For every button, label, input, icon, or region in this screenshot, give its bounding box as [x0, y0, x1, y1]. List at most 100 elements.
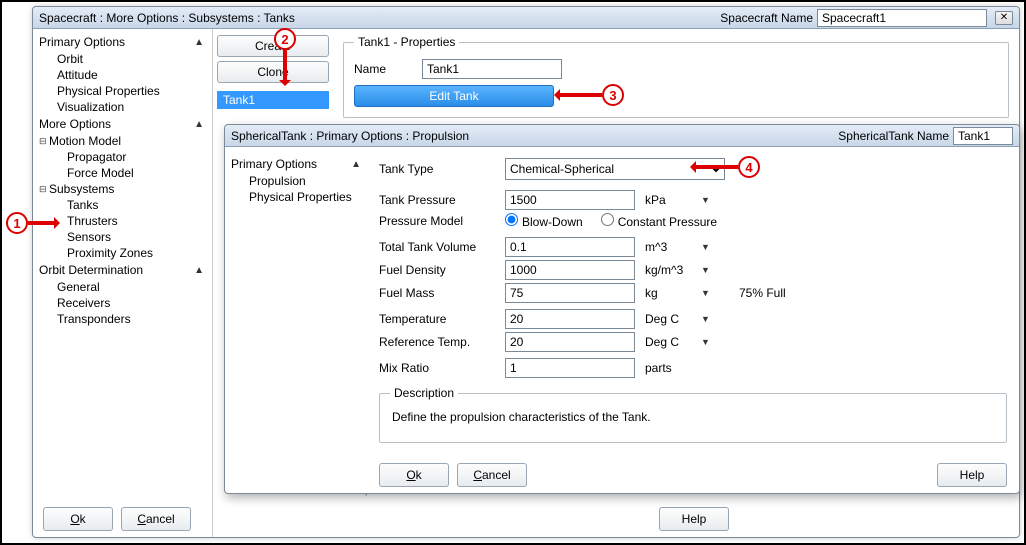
chevron-down-icon[interactable]: ▼ — [701, 314, 713, 324]
chevron-down-icon[interactable]: ▼ — [701, 288, 713, 298]
tank-properties-group: Tank1 - Properties Name Edit Tank — [343, 35, 1009, 118]
fuel-density-label: Fuel Density — [379, 263, 499, 277]
cancel-button[interactable]: Cancel — [121, 507, 191, 531]
ref-temp-input[interactable] — [505, 332, 635, 352]
sidebar-item-attitude[interactable]: Attitude — [33, 67, 212, 83]
dialog-bottom-bar: Ok Cancel Help — [379, 463, 1007, 487]
total-volume-unit: m^3 — [645, 240, 695, 254]
ok-button[interactable]: Ok — [43, 507, 113, 531]
chevron-down-icon[interactable]: ▼ — [701, 265, 713, 275]
chevron-down-icon[interactable]: ▼ — [701, 195, 713, 205]
fuel-mass-input[interactable] — [505, 283, 635, 303]
total-volume-label: Total Tank Volume — [379, 240, 499, 254]
sidebar-sub-subsystems[interactable]: ⊟ Subsystems — [33, 181, 212, 197]
tank-pressure-input[interactable] — [505, 190, 635, 210]
dialog-main: Tank Type Chemical-Spherical Tank Pressu… — [375, 147, 1019, 493]
description-legend: Description — [390, 386, 458, 400]
annotation-marker-3: 3 — [602, 84, 624, 106]
pressure-model-constant-radio[interactable] — [601, 213, 614, 226]
edit-tank-button[interactable]: Edit Tank — [354, 85, 554, 107]
tank-type-label: Tank Type — [379, 162, 499, 176]
spacecraft-name-label: Spacecraft Name — [720, 7, 813, 29]
temperature-unit: Deg C — [645, 312, 695, 326]
annotation-arrow-4 — [694, 165, 738, 169]
sidebar-item-general[interactable]: General — [33, 279, 212, 295]
tank-name-input[interactable] — [422, 59, 562, 79]
sidebar-item-receivers[interactable]: Receivers — [33, 295, 212, 311]
dialog-sidebar-header[interactable]: Primary Options ▲ — [231, 155, 369, 173]
total-volume-input[interactable] — [505, 237, 635, 257]
dialog-name-input[interactable] — [953, 127, 1013, 145]
help-button[interactable]: Help — [659, 507, 729, 531]
tank-pressure-label: Tank Pressure — [379, 193, 499, 207]
mix-ratio-input[interactable] — [505, 358, 635, 378]
chevron-up-icon[interactable]: ▲ — [194, 265, 204, 276]
mix-ratio-unit: parts — [645, 361, 695, 375]
dialog-help-button[interactable]: Help — [937, 463, 1007, 487]
fuel-mass-note: 75% Full — [739, 286, 786, 300]
dialog-sidebar-propulsion[interactable]: Propulsion — [231, 173, 369, 189]
sidebar-item-force-model[interactable]: Force Model — [33, 165, 212, 181]
spacecraft-name-input[interactable] — [817, 9, 987, 27]
tree-collapse-icon[interactable]: ⊟ — [39, 184, 49, 195]
sidebar-item-tanks[interactable]: Tanks — [33, 197, 212, 213]
fuel-mass-unit: kg — [645, 286, 695, 300]
temperature-input[interactable] — [505, 309, 635, 329]
sidebar-item-physical-properties[interactable]: Physical Properties — [33, 83, 212, 99]
pressure-model-label: Pressure Model — [379, 214, 499, 228]
clone-button[interactable]: Clone — [217, 61, 329, 83]
pressure-model-blowdown-radio[interactable] — [505, 213, 518, 226]
annotation-marker-4: 4 — [738, 156, 760, 178]
chevron-down-icon[interactable]: ▼ — [701, 242, 713, 252]
description-text: Define the propulsion characteristics of… — [390, 406, 996, 432]
dialog-titlebar: SphericalTank : Primary Options : Propul… — [225, 125, 1019, 147]
sidebar-item-proximity[interactable]: Proximity Zones — [33, 245, 212, 261]
create-button[interactable]: Create — [217, 35, 329, 57]
main-breadcrumb: Spacecraft : More Options : Subsystems :… — [39, 7, 295, 29]
close-icon[interactable]: ✕ — [995, 11, 1013, 25]
description-box: Description Define the propulsion charac… — [379, 386, 1007, 443]
tank-name-label: Name — [354, 62, 414, 76]
dialog-name-label: SphericalTank Name — [838, 125, 949, 147]
annotation-marker-2: 2 — [274, 28, 296, 50]
annotation-marker-1: 1 — [6, 212, 28, 234]
tank-list-item[interactable]: Tank1 — [217, 91, 329, 109]
fuel-density-unit: kg/m^3 — [645, 263, 695, 277]
dialog-sidebar-physical[interactable]: Physical Properties — [231, 189, 369, 205]
chevron-up-icon[interactable]: ▲ — [351, 159, 361, 170]
sidebar-item-visualization[interactable]: Visualization — [33, 99, 212, 115]
sidebar-item-propagator[interactable]: Propagator — [33, 149, 212, 165]
chevron-down-icon[interactable]: ▼ — [701, 337, 713, 347]
fuel-density-input[interactable] — [505, 260, 635, 280]
pressure-model-blowdown[interactable]: Blow-Down — [505, 213, 583, 229]
fuel-mass-label: Fuel Mass — [379, 286, 499, 300]
dialog-cancel-button[interactable]: Cancel — [457, 463, 527, 487]
ref-temp-unit: Deg C — [645, 335, 695, 349]
sidebar-sub-motion[interactable]: ⊟ Motion Model — [33, 133, 212, 149]
sidebar-item-orbit[interactable]: Orbit — [33, 51, 212, 67]
dialog-sidebar: Primary Options ▲ Propulsion Physical Pr… — [225, 147, 375, 493]
annotation-arrow-1 — [28, 221, 56, 225]
tree-collapse-icon[interactable]: ⊟ — [39, 136, 49, 147]
main-sidebar: Primary Options ▲ Orbit Attitude Physica… — [33, 29, 213, 537]
dialog-ok-button[interactable]: Ok — [379, 463, 449, 487]
pressure-model-constant[interactable]: Constant Pressure — [601, 213, 717, 229]
tank-pressure-unit: kPa — [645, 193, 695, 207]
spherical-tank-dialog: SphericalTank : Primary Options : Propul… — [224, 124, 1020, 494]
sidebar-group-primary[interactable]: Primary Options ▲ — [33, 33, 212, 51]
sidebar-item-sensors[interactable]: Sensors — [33, 229, 212, 245]
chevron-up-icon[interactable]: ▲ — [194, 37, 204, 48]
temperature-label: Temperature — [379, 312, 499, 326]
main-bottom-bar: Ok Cancel Help — [33, 507, 1019, 531]
dialog-breadcrumb: SphericalTank : Primary Options : Propul… — [231, 125, 469, 147]
tank-properties-legend: Tank1 - Properties — [354, 35, 459, 49]
annotation-arrow-3 — [558, 93, 602, 97]
annotation-arrow-2 — [283, 50, 287, 82]
chevron-up-icon[interactable]: ▲ — [194, 119, 204, 130]
sidebar-item-transponders[interactable]: Transponders — [33, 311, 212, 327]
ref-temp-label: Reference Temp. — [379, 335, 499, 349]
main-titlebar: Spacecraft : More Options : Subsystems :… — [33, 7, 1019, 29]
sidebar-group-od[interactable]: Orbit Determination ▲ — [33, 261, 212, 279]
sidebar-group-more[interactable]: More Options ▲ — [33, 115, 212, 133]
mix-ratio-label: Mix Ratio — [379, 361, 499, 375]
